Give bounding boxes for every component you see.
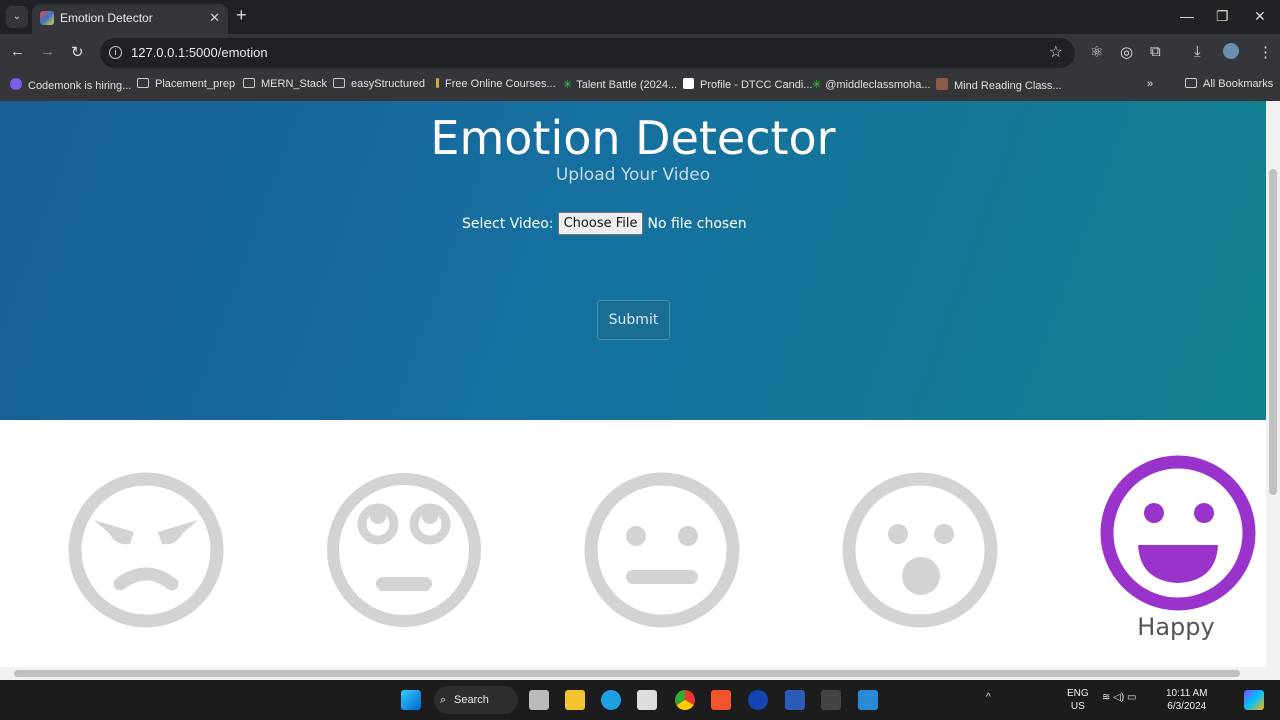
edge-icon[interactable] [601, 690, 621, 710]
minimize-button[interactable]: — [1180, 8, 1194, 24]
favicon-icon [40, 11, 54, 25]
bookmark-star-icon[interactable]: ☆ [1049, 38, 1063, 68]
word-icon[interactable] [785, 690, 805, 710]
brave-icon[interactable] [711, 690, 731, 710]
wifi-volume-battery-icons[interactable]: ≋ ◁) ▭ [1102, 692, 1136, 703]
extension-react-icon[interactable]: ⚛ [1090, 43, 1103, 61]
vscode-icon[interactable] [858, 690, 878, 710]
browser-toolbar: ← → ↻ i 127.0.0.1:5000/emotion ☆ ⚛ ◎ ⧉ ⤓ ⋮ [0, 34, 1280, 72]
tab-search-button[interactable]: ⌄ [6, 6, 28, 28]
windows-taskbar: ⌕ Search ^ ENG US ≋ ◁) ▭ 10:11 AM 6/3/2024 [0, 680, 1280, 720]
folder-icon [137, 78, 149, 88]
app-icon[interactable] [748, 690, 768, 710]
download-icon[interactable]: ⤓ [1194, 43, 1201, 60]
taskbar-search[interactable]: ⌕ Search [434, 686, 518, 714]
address-bar[interactable]: i 127.0.0.1:5000/emotion ☆ [100, 38, 1075, 68]
file-input-row: Select Video: Choose File No file chosen [462, 212, 747, 235]
chrome-icon[interactable] [675, 690, 695, 710]
store-icon[interactable] [637, 690, 657, 710]
profile-avatar[interactable] [1223, 43, 1239, 59]
clock[interactable]: 10:11 AM 6/3/2024 [1166, 687, 1208, 713]
bookmark-item[interactable]: Mind Reading Class... [936, 78, 1062, 92]
close-tab-icon[interactable]: ✕ [209, 4, 220, 32]
url-text: 127.0.0.1:5000/emotion [131, 45, 268, 60]
select-video-label: Select Video: [462, 215, 554, 232]
folder-icon [333, 78, 345, 88]
folder-icon [1185, 78, 1197, 88]
site-info-icon[interactable]: i [109, 46, 122, 59]
bookmark-folder[interactable]: Placement_prep [137, 78, 235, 90]
surprised-face-icon [842, 472, 998, 628]
angry-face-icon [68, 472, 224, 628]
menu-icon[interactable]: ⋮ [1258, 43, 1273, 61]
bookmark-item[interactable]: Free Online Courses... [436, 78, 556, 90]
show-hidden-icons[interactable]: ^ [986, 692, 991, 703]
task-view-icon[interactable] [529, 690, 549, 710]
tab-strip: ⌄ Emotion Detector ✕ + — ❐ ✕ [0, 0, 1280, 34]
file-status: No file chosen [647, 215, 747, 232]
bookmark-folder[interactable]: MERN_Stack [243, 78, 327, 90]
more-bookmarks-icon[interactable]: » [1147, 78, 1153, 90]
neutral-face-icon [584, 472, 740, 628]
close-window-button[interactable]: ✕ [1254, 8, 1266, 25]
page-title: Emotion Detector [430, 111, 836, 165]
bookmark-item[interactable]: ✳ @middleclassmoha... [812, 78, 931, 91]
page-subtitle: Upload Your Video [555, 165, 711, 185]
copilot-icon[interactable] [1244, 690, 1264, 710]
detected-emotion-label: Happy [1137, 613, 1215, 641]
start-icon[interactable] [401, 690, 421, 710]
bookmark-item[interactable]: Profile - DTCC Candi... [683, 78, 812, 91]
language-indicator[interactable]: ENG US [1067, 687, 1089, 713]
upload-section: Emotion Detector Upload Your Video Selec… [0, 101, 1266, 420]
bookmark-folder[interactable]: easyStructured [333, 78, 425, 90]
bookmarks-bar: Codemonk is hiring... Placement_prep MER… [0, 72, 1280, 101]
tab-title: Emotion Detector [60, 11, 153, 25]
new-tab-button[interactable]: + [236, 5, 247, 26]
forward-button[interactable]: → [40, 43, 55, 60]
happy-face-icon [1100, 455, 1256, 611]
all-bookmarks[interactable]: All Bookmarks [1185, 78, 1273, 90]
scrollbar-thumb[interactable] [14, 670, 1240, 677]
vertical-scrollbar[interactable] [1266, 101, 1280, 667]
submit-button[interactable]: Submit [597, 300, 670, 340]
choose-file-button[interactable]: Choose File [557, 212, 644, 235]
extensions-puzzle-icon[interactable]: ⧉ [1150, 43, 1161, 60]
restore-button[interactable]: ❐ [1216, 8, 1229, 25]
tab-emotion-detector[interactable]: Emotion Detector ✕ [32, 4, 228, 34]
horizontal-scrollbar[interactable] [0, 667, 1280, 680]
file-explorer-icon[interactable] [565, 690, 585, 710]
reload-button[interactable]: ↻ [71, 43, 84, 61]
terminal-icon[interactable] [821, 690, 841, 710]
bookmark-item[interactable]: Codemonk is hiring... [10, 78, 131, 92]
folder-icon [243, 78, 255, 88]
page-content: Emotion Detector Upload Your Video Selec… [0, 101, 1266, 667]
extension-target-icon[interactable]: ◎ [1120, 43, 1133, 61]
scrollbar-thumb[interactable] [1269, 169, 1277, 495]
back-button[interactable]: ← [10, 43, 25, 60]
search-icon: ⌕ [440, 694, 447, 706]
bookmark-item[interactable]: ✳ Talent Battle (2024... [563, 78, 677, 91]
eye-roll-face-icon [327, 473, 481, 627]
